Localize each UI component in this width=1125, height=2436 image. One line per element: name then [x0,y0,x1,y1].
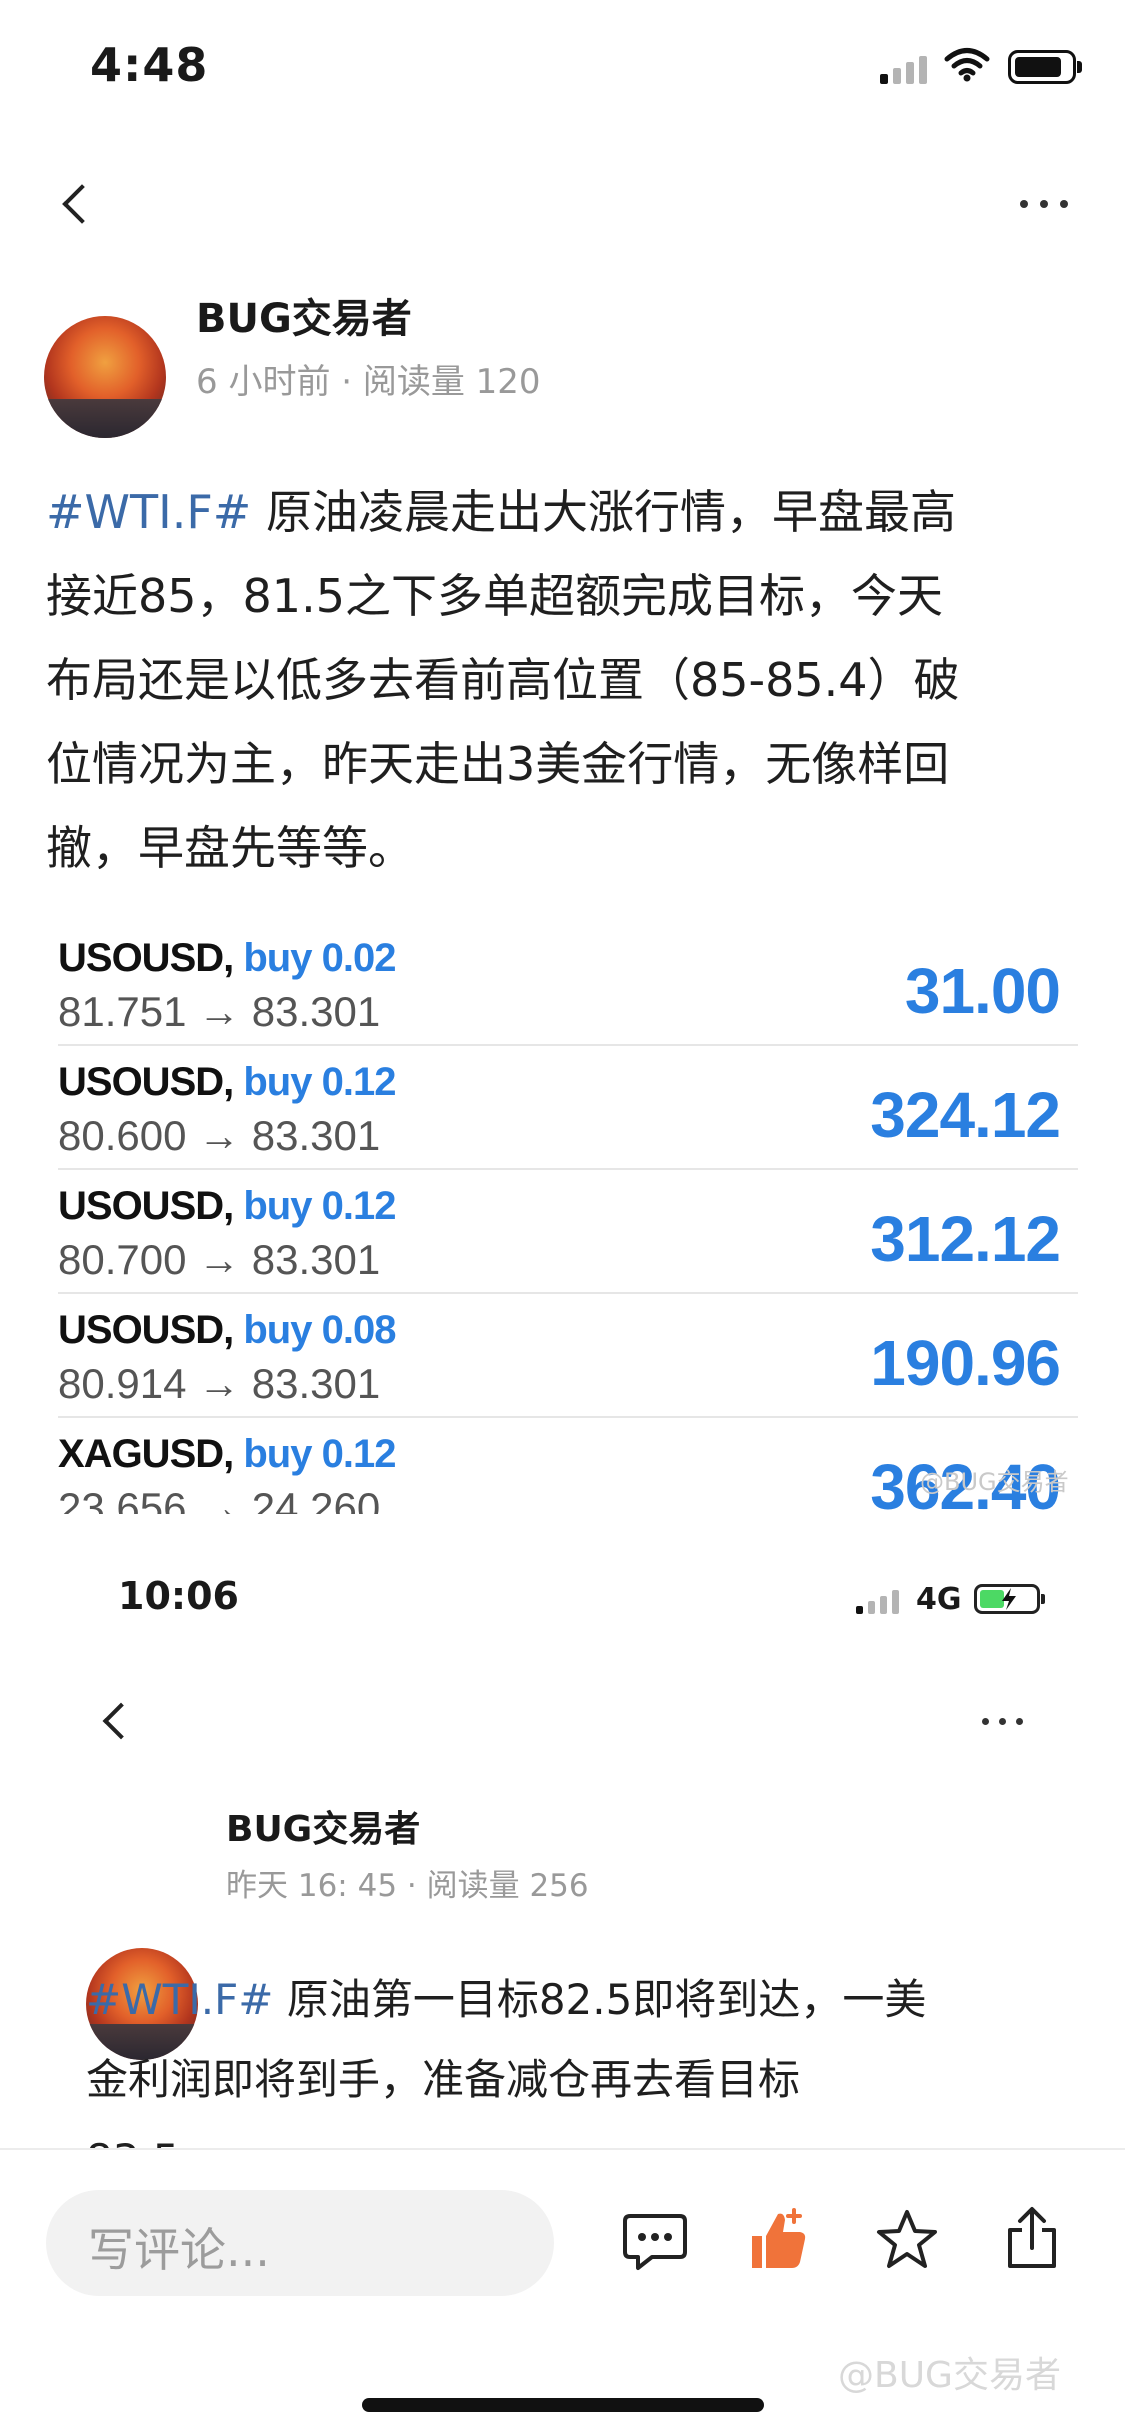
divider [0,2148,1125,2150]
trade-profit: 31.00 [904,955,1061,1027]
trade-side: buy 0.12 [243,1432,396,1476]
trade-profit: 312.12 [870,1203,1061,1275]
author-name[interactable]: BUG交易者 [226,1800,420,1852]
post-line: #WTI.F# 原油第一目标82.5即将到达，一美 [86,1975,927,2024]
watermark: @BUG交易者 [920,1468,1069,1496]
post-line: 布局还是以低多去看前高位置（85-85.4）破 [46,653,960,707]
post-body-clip: #WTI.F# 原油第一目标82.5即将到达，一美 金利润即将到手，准备减仓再去… [86,1960,1046,2148]
trade-symbol: XAGUSD, [58,1432,234,1476]
hashtag-link[interactable]: #WTI.F# [86,1975,273,2024]
post-line: 83.5 [86,2120,1046,2148]
comment-placeholder: 写评论... [88,2223,270,2277]
trade-symbol: USOUSD, [58,936,234,980]
trade-list: USOUSD, buy 0.02 81.751 → 83.301 31.00 U… [58,922,1078,1514]
trade-prices: 80.600 → 83.301 [58,1112,381,1159]
trade-profit: 190.96 [870,1327,1061,1399]
wifi-icon [944,48,990,82]
cellular-signal-icon [880,54,927,84]
battery-charging-icon [974,1584,1045,1614]
trade-symbol: USOUSD, [58,1184,234,1228]
trade-side: buy 0.02 [243,936,396,980]
cellular-signal-icon [856,1590,899,1614]
hashtag-link[interactable]: #WTI.F# [46,485,251,539]
post-meta: 6 小时前 · 阅读量 120 [196,362,541,402]
more-options-icon[interactable] [1020,200,1068,208]
trade-row: USOUSD, buy 0.12 80.600 → 83.301 324.12 [58,1046,1078,1170]
footer-watermark: @BUG交易者 [838,2355,1061,2396]
share-icon[interactable] [1002,2204,1062,2272]
back-icon[interactable] [62,184,102,224]
trade-row: USOUSD, buy 0.08 80.914 → 83.301 190.96 [58,1294,1078,1418]
author-name[interactable]: BUG交易者 [196,286,412,344]
trade-prices: 80.914 → 83.301 [58,1360,381,1407]
post-meta: 昨天 16: 45 · 阅读量 256 [226,1868,589,1904]
post-line: #WTI.F# 原油凌晨走出大涨行情，早盘最高 [46,485,956,539]
battery-icon [1008,50,1082,84]
trade-row: USOUSD, buy 0.12 80.700 → 83.301 312.12 [58,1170,1078,1294]
trade-side: buy 0.12 [243,1184,396,1228]
more-options-icon[interactable] [982,1718,1023,1725]
trade-profit: 324.12 [870,1079,1061,1151]
avatar[interactable] [44,316,166,438]
network-type: 4G [916,1582,962,1617]
trade-side: buy 0.08 [243,1308,396,1352]
post-line: 位情况为主，昨天走出3美金行情，无像样回 [46,737,950,791]
home-indicator[interactable] [362,2398,764,2412]
post-body: #WTI.F# 原油第一目标82.5即将到达，一美 金利润即将到手，准备减仓再去… [86,1960,1046,2148]
trade-symbol: USOUSD, [58,1060,234,1104]
trade-prices: 23.656 → 24.260 [58,1484,381,1514]
like-icon[interactable] [748,2208,810,2272]
status-time: 4:48 [90,38,209,92]
post-line: 金利润即将到手，准备减仓再去看目标 [86,2055,801,2104]
trade-prices: 80.700 → 83.301 [58,1236,381,1283]
star-icon[interactable] [874,2208,940,2272]
trade-row: USOUSD, buy 0.02 81.751 → 83.301 31.00 [58,922,1078,1046]
trade-symbol: USOUSD, [58,1308,234,1352]
post-line: 接近85，81.5之下多单超额完成目标，今天 [46,569,943,623]
status-time: 10:06 [118,1574,239,1618]
comment-icon[interactable] [622,2212,688,2274]
post-body: #WTI.F# 原油凌晨走出大涨行情，早盘最高 接近85，81.5之下多单超额完… [46,470,1086,890]
comment-input[interactable]: 写评论... [46,2190,554,2296]
post-line: 撤，早盘先等等。 [46,821,414,875]
trade-side: buy 0.12 [243,1060,396,1104]
trade-prices: 81.751 → 83.301 [58,988,381,1035]
back-icon[interactable] [102,1702,140,1740]
